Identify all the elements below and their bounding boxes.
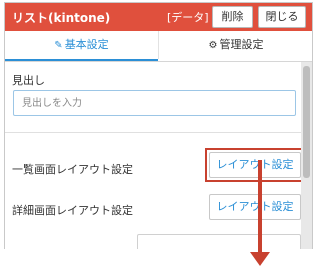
arrow-head xyxy=(250,252,270,266)
down-arrow-annotation xyxy=(250,160,270,266)
